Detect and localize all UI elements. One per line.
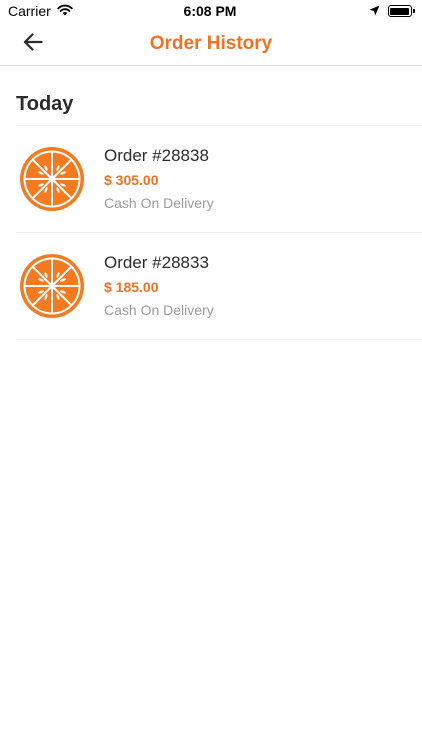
order-row[interactable]: Order #28833 $ 185.00 Cash On Delivery — [16, 233, 422, 340]
order-number: Order #28838 — [104, 146, 209, 165]
battery-fill — [390, 7, 410, 15]
page-title: Order History — [149, 32, 273, 54]
order-price: $ 185.00 — [104, 279, 159, 295]
order-info: Order #28838 $ 305.00 Cash On Delivery — [104, 145, 214, 213]
status-right — [272, 3, 415, 19]
status-time: 6:08 PM — [183, 3, 237, 19]
back-button[interactable] — [18, 30, 48, 58]
arrow-left-icon — [23, 32, 43, 56]
orange-slice-icon — [19, 253, 85, 319]
status-left: Carrier — [8, 3, 148, 19]
order-number: Order #28833 — [104, 253, 209, 272]
orange-slice-icon — [19, 146, 85, 212]
carrier-label: Carrier — [8, 3, 51, 19]
order-info: Order #28833 $ 185.00 Cash On Delivery — [104, 252, 214, 320]
wifi-icon — [57, 3, 73, 19]
order-row[interactable]: Order #28838 $ 305.00 Cash On Delivery — [16, 126, 422, 233]
status-bar: Carrier 6:08 PM — [0, 0, 422, 22]
order-list: Today Order #28838 $ 305.00 Cash On Deli… — [16, 66, 422, 340]
section-header-today: Today — [16, 66, 422, 126]
order-payment-method: Cash On Delivery — [104, 195, 214, 211]
battery-icon — [387, 5, 415, 17]
nav-bar: Order History — [0, 22, 422, 66]
order-payment-method: Cash On Delivery — [104, 302, 214, 318]
location-arrow-icon — [369, 3, 380, 19]
order-price: $ 305.00 — [104, 172, 159, 188]
